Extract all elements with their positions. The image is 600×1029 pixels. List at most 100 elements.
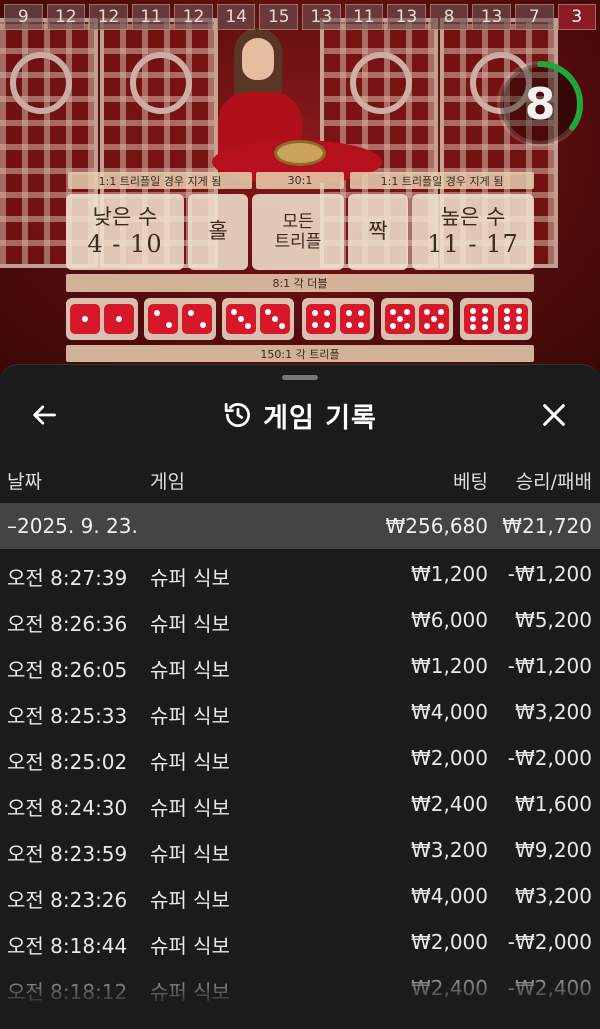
- col-date: 날짜: [7, 471, 42, 493]
- back-button[interactable]: [26, 397, 62, 433]
- history-row[interactable]: 오전 8:27:39 슈퍼 식보 ₩1,200 -₩1,200: [0, 551, 600, 597]
- round-history-item: 14: [216, 4, 256, 30]
- row-result: ₩3,200: [514, 884, 592, 908]
- date-group-row[interactable]: –2025. 9. 23. ₩256,680 ₩21,720: [0, 503, 600, 549]
- die-4-icon: [340, 304, 370, 334]
- row-game: 슈퍼 식보: [150, 934, 230, 958]
- payout-double: 8:1 각 더블: [66, 274, 534, 292]
- bet-small-range: 4 - 10: [87, 230, 163, 259]
- row-game: 슈퍼 식보: [150, 888, 230, 912]
- row-bet: ₩1,200: [410, 654, 488, 678]
- bet-odd[interactable]: 홀: [188, 194, 248, 270]
- game-history-sheet: 게임 기록 날짜 게임 베팅 승리/패배 –2025. 9. 23. ₩256,…: [0, 364, 600, 1029]
- round-history-item: 11: [131, 4, 171, 30]
- bet-any-triple-label-1: 모든: [282, 211, 314, 232]
- round-history-item: 12: [89, 4, 128, 30]
- round-history-item: 15: [259, 4, 299, 30]
- row-time: 오전 8:25:33: [7, 704, 128, 728]
- sheet-drag-handle[interactable]: [282, 375, 318, 380]
- die-3-icon: [226, 304, 256, 334]
- sheet-header: 게임 기록: [0, 385, 600, 445]
- bet-odd-label: 홀: [208, 219, 228, 244]
- row-time: 오전 8:26:05: [7, 658, 128, 682]
- row-result: -₩2,000: [507, 746, 592, 770]
- bet-double-3[interactable]: [222, 298, 294, 340]
- payout-triple: 150:1 각 트리플: [66, 345, 534, 362]
- row-game: 슈퍼 식보: [150, 750, 230, 774]
- row-bet: ₩4,000: [410, 884, 488, 908]
- round-history-item: 7: [514, 4, 554, 30]
- die-6-icon: [498, 304, 528, 334]
- scroll-fade: [0, 959, 600, 1029]
- die-1-icon: [70, 304, 100, 334]
- bet-double-5[interactable]: [381, 298, 453, 340]
- round-history-item: 13: [387, 4, 426, 30]
- row-game: 슈퍼 식보: [150, 842, 230, 866]
- bet-even-label: 짝: [368, 219, 388, 244]
- round-history-bar: 9 12 12 11 12 14 15 13 11 13 8 13 7 3: [0, 0, 600, 30]
- bet-double-6[interactable]: [460, 298, 532, 340]
- row-game: 슈퍼 식보: [150, 566, 230, 590]
- countdown-timer: 8: [494, 58, 586, 150]
- bet-double-4[interactable]: [302, 298, 374, 340]
- history-row[interactable]: 오전 8:26:36 슈퍼 식보 ₩6,000 ₩5,200: [0, 597, 600, 643]
- bet-small[interactable]: 낮은 수 4 - 10: [66, 194, 184, 270]
- bet-small-label: 낮은 수: [92, 205, 158, 229]
- row-game: 슈퍼 식보: [150, 796, 230, 820]
- round-history-item: 11: [344, 4, 384, 30]
- die-3-icon: [260, 304, 290, 334]
- row-time: 오전 8:23:26: [7, 888, 128, 912]
- row-bet: ₩4,000: [410, 700, 488, 724]
- history-rows: 오전 8:27:39 슈퍼 식보 ₩1,200 -₩1,200 오전 8:26:36 슈퍼…: [0, 551, 600, 1011]
- row-result: ₩9,200: [514, 838, 592, 862]
- payout-big: 1:1 트리플일 경우 지게 됨: [350, 172, 534, 189]
- history-row[interactable]: 오전 8:25:02 슈퍼 식보 ₩2,000 -₩2,000: [0, 735, 600, 781]
- die-2-icon: [182, 304, 212, 334]
- die-5-icon: [385, 304, 415, 334]
- sheet-title: 게임 기록: [263, 402, 377, 434]
- bet-double-2[interactable]: [144, 298, 216, 340]
- row-result: ₩5,200: [514, 608, 592, 632]
- round-history-item: 12: [46, 4, 86, 30]
- row-bet: ₩2,000: [410, 746, 488, 770]
- row-result: ₩3,200: [514, 700, 592, 724]
- bet-even[interactable]: 짝: [348, 194, 408, 270]
- round-history-item: 13: [472, 4, 511, 30]
- payout-small: 1:1 트리플일 경우 지게 됨: [68, 172, 252, 189]
- col-winloss: 승리/패배: [515, 471, 592, 493]
- close-button[interactable]: [536, 397, 572, 433]
- row-bet: ₩3,200: [410, 838, 488, 862]
- row-result: -₩1,200: [507, 562, 592, 586]
- history-row[interactable]: 오전 8:25:33 슈퍼 식보 ₩4,000 ₩3,200: [0, 689, 600, 735]
- bet-any-triple-label-2: 트리플: [274, 232, 322, 252]
- bet-big-label: 높은 수: [440, 205, 506, 229]
- payout-any-triple: 30:1: [256, 172, 344, 189]
- row-result: ₩1,600: [514, 792, 592, 816]
- row-result: -₩2,000: [507, 930, 592, 954]
- die-4-icon: [306, 304, 336, 334]
- row-time: 오전 8:24:30: [7, 796, 128, 820]
- row-time: 오전 8:27:39: [7, 566, 128, 590]
- history-row[interactable]: 오전 8:23:59 슈퍼 식보 ₩3,200 ₩9,200: [0, 827, 600, 873]
- history-row[interactable]: 오전 8:23:26 슈퍼 식보 ₩4,000 ₩3,200: [0, 873, 600, 919]
- row-result: -₩1,200: [507, 654, 592, 678]
- col-bet: 베팅: [453, 471, 488, 493]
- date-group-bet-total: ₩256,680: [385, 514, 488, 538]
- date-group-date: –2025. 9. 23.: [7, 514, 138, 538]
- round-history-item: 9: [4, 4, 43, 30]
- history-clock-icon: [224, 403, 251, 427]
- round-history-item: 12: [174, 4, 213, 30]
- row-bet: ₩2,000: [410, 930, 488, 954]
- row-time: 오전 8:23:59: [7, 842, 128, 866]
- history-row[interactable]: 오전 8:24:30 슈퍼 식보 ₩2,400 ₩1,600: [0, 781, 600, 827]
- bet-any-triple[interactable]: 모든 트리플: [252, 194, 344, 270]
- die-6-icon: [464, 304, 494, 334]
- die-5-icon: [419, 304, 449, 334]
- history-row[interactable]: 오전 8:26:05 슈퍼 식보 ₩1,200 -₩1,200: [0, 643, 600, 689]
- die-2-icon: [148, 304, 178, 334]
- bet-double-1[interactable]: [66, 298, 138, 340]
- row-time: 오전 8:18:44: [7, 934, 128, 958]
- bet-big[interactable]: 높은 수 11 - 17: [412, 194, 534, 270]
- round-history-item: 13: [302, 4, 341, 30]
- row-time: 오전 8:25:02: [7, 750, 128, 774]
